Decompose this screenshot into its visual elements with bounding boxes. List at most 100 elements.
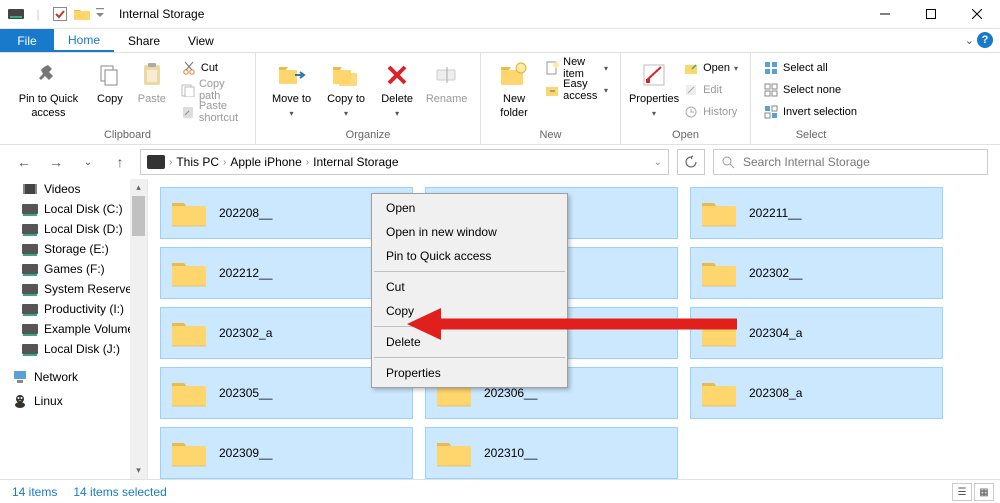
crumb-pc[interactable]: This PC — [176, 155, 219, 169]
close-button[interactable] — [954, 0, 1000, 29]
folder-name: 202302_a — [219, 326, 272, 340]
nav-videos[interactable]: Videos — [0, 179, 147, 199]
new-folder-button[interactable]: New folder — [489, 57, 539, 122]
copy-button[interactable]: Copy — [89, 57, 131, 108]
group-open-label: Open — [621, 129, 750, 144]
copy-path-button[interactable]: Copy path — [177, 79, 247, 101]
view-tiles-icon[interactable]: ▦ — [974, 483, 994, 501]
folder-tile[interactable]: 202308_a — [690, 367, 943, 419]
properties-label: Properties — [629, 93, 679, 105]
help-icon[interactable]: ? — [977, 32, 993, 48]
nav-c[interactable]: Local Disk (C:) — [0, 199, 147, 219]
ctx-copy[interactable]: Copy — [372, 299, 567, 323]
cut-button[interactable]: Cut — [177, 57, 247, 79]
copy-to-label: Copy to — [327, 93, 365, 105]
folder-grid[interactable]: 202208__202210__202211__202212__202302__… — [148, 179, 1000, 479]
folder-name: 202304_a — [749, 326, 802, 340]
folder-name: 202308_a — [749, 386, 802, 400]
folder-name: 202302__ — [749, 266, 802, 280]
move-to-button[interactable]: Move to ▾ — [264, 57, 319, 123]
group-select-label: Select — [751, 129, 871, 144]
tab-view[interactable]: View — [174, 29, 228, 52]
qat-checkbox-icon[interactable] — [49, 3, 71, 25]
properties-button[interactable]: Properties ▾ — [629, 57, 679, 123]
folder-tile[interactable]: 202309__ — [160, 427, 413, 479]
select-none-button[interactable]: Select none — [759, 79, 861, 101]
minimize-button[interactable] — [862, 0, 908, 29]
maximize-button[interactable] — [908, 0, 954, 29]
edit-label: Edit — [703, 84, 722, 96]
tab-share[interactable]: Share — [114, 29, 174, 52]
qat-dropdown[interactable] — [93, 3, 107, 25]
nav-scrollbar[interactable]: ▴▾ — [130, 179, 147, 479]
ctx-open-new-window[interactable]: Open in new window — [372, 220, 567, 244]
new-folder-label: New folder — [495, 92, 533, 120]
ribbon-collapse-icon[interactable]: ⌄ — [965, 34, 974, 47]
crumb-device[interactable]: Apple iPhone — [230, 155, 301, 169]
delete-label: Delete — [381, 93, 413, 105]
nav-e[interactable]: Storage (E:) — [0, 239, 147, 259]
nav-prod[interactable]: Productivity (I:) — [0, 299, 147, 319]
folder-tile[interactable]: 202310__ — [425, 427, 678, 479]
refresh-button[interactable] — [677, 149, 705, 175]
history-button[interactable]: History — [679, 101, 742, 123]
select-all-button[interactable]: Select all — [759, 57, 861, 79]
nav-ex[interactable]: Example Volume — [0, 319, 147, 339]
ctx-pin-quick-access[interactable]: Pin to Quick access — [372, 244, 567, 268]
nav-j[interactable]: Local Disk (J:) — [0, 339, 147, 359]
delete-button[interactable]: Delete ▾ — [373, 57, 421, 123]
cut-label: Cut — [201, 62, 218, 74]
ctx-open[interactable]: Open — [372, 196, 567, 220]
folder-name: 202306__ — [484, 386, 537, 400]
address-dropdown[interactable]: ⌄ — [654, 157, 662, 168]
group-new-label: New — [481, 129, 620, 144]
folder-name: 202208__ — [219, 206, 272, 220]
pin-label: Pin to Quick access — [14, 92, 83, 120]
view-details-icon[interactable]: ☰ — [952, 483, 972, 501]
search-icon — [722, 156, 735, 169]
navigation-pane: Videos Local Disk (C:) Local Disk (D:) S… — [0, 179, 148, 479]
paste-shortcut-button[interactable]: Paste shortcut — [177, 101, 247, 123]
select-none-label: Select none — [783, 84, 841, 96]
paste-button[interactable]: Paste — [131, 57, 173, 108]
move-to-label: Move to — [272, 93, 311, 105]
open-button[interactable]: Open ▾ — [679, 57, 742, 79]
pin-quick-access-button[interactable]: Pin to Quick access — [8, 57, 89, 122]
tab-home[interactable]: Home — [54, 29, 114, 52]
new-item-button[interactable]: New item ▾ — [541, 57, 612, 79]
nav-sys[interactable]: System Reserved — [0, 279, 147, 299]
recent-dropdown[interactable]: ⌄ — [76, 150, 100, 174]
copy-to-button[interactable]: Copy to ▾ — [319, 57, 373, 123]
history-label: History — [703, 106, 737, 118]
address-bar[interactable]: › This PC › Apple iPhone › Internal Stor… — [140, 149, 669, 175]
nav-f[interactable]: Games (F:) — [0, 259, 147, 279]
nav-network[interactable]: Network — [0, 367, 147, 387]
paste-shortcut-label: Paste shortcut — [199, 100, 243, 124]
back-button[interactable]: ← — [12, 150, 36, 174]
paste-label: Paste — [138, 92, 166, 106]
nav-d[interactable]: Local Disk (D:) — [0, 219, 147, 239]
up-button[interactable]: ↑ — [108, 150, 132, 174]
tab-file[interactable]: File — [0, 29, 54, 52]
search-input[interactable]: Search Internal Storage — [713, 149, 988, 175]
rename-button[interactable]: Rename — [421, 57, 472, 108]
ctx-properties[interactable]: Properties — [372, 361, 567, 385]
nav-linux[interactable]: Linux — [0, 391, 147, 411]
folder-name: 202310__ — [484, 446, 537, 460]
copy-path-label: Copy path — [199, 78, 243, 102]
ctx-cut[interactable]: Cut — [372, 275, 567, 299]
status-selected-count: 14 items selected — [73, 485, 166, 499]
forward-button[interactable]: → — [44, 150, 68, 174]
qat-folder-icon[interactable] — [71, 3, 93, 25]
window-title: Internal Storage — [112, 7, 862, 21]
edit-button[interactable]: Edit — [679, 79, 742, 101]
invert-label: Invert selection — [783, 106, 857, 118]
crumb-location[interactable]: Internal Storage — [313, 155, 398, 169]
folder-tile[interactable]: 202304_a — [690, 307, 943, 359]
folder-tile[interactable]: 202302__ — [690, 247, 943, 299]
context-menu: Open Open in new window Pin to Quick acc… — [371, 193, 568, 388]
invert-selection-button[interactable]: Invert selection — [759, 101, 861, 123]
ctx-delete[interactable]: Delete — [372, 330, 567, 354]
folder-tile[interactable]: 202211__ — [690, 187, 943, 239]
easy-access-button[interactable]: Easy access ▾ — [541, 79, 612, 101]
